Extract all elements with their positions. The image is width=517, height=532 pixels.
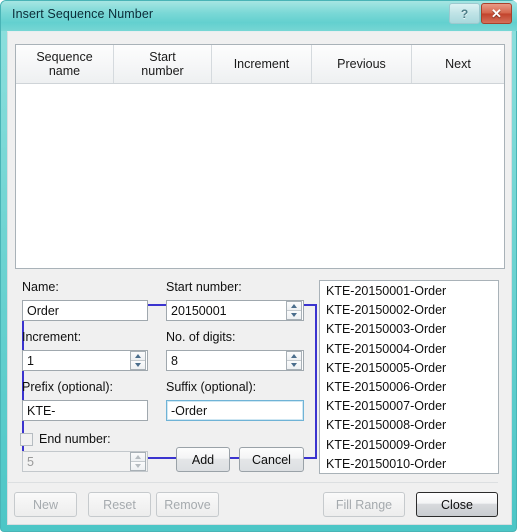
stepper-up-icon[interactable]	[131, 453, 145, 462]
preview-list[interactable]: KTE-20150001-Order KTE-20150002-Order KT…	[319, 280, 499, 474]
start-number-input[interactable]	[166, 300, 304, 321]
list-item[interactable]: KTE-20150004-Order	[320, 340, 498, 359]
dialog-window: Insert Sequence Number ? ✕ Sequence name…	[0, 0, 517, 532]
increment-stepper[interactable]	[130, 351, 146, 370]
column-header-line2: name	[48, 64, 81, 78]
stepper-down-icon[interactable]	[131, 462, 145, 470]
column-header-line1: Sequence	[36, 49, 93, 64]
list-item[interactable]: KTE-20150002-Order	[320, 301, 498, 320]
list-item[interactable]: KTE-20150005-Order	[320, 359, 498, 378]
digits-stepper[interactable]	[286, 351, 302, 370]
stepper-up-icon[interactable]	[131, 352, 145, 361]
name-label: Name:	[22, 280, 59, 294]
add-button[interactable]: Add	[176, 447, 230, 472]
prefix-input[interactable]	[22, 400, 148, 421]
column-header-line1: Increment	[233, 56, 290, 71]
table-header-row: Sequence name Start number Increment Pre…	[16, 45, 504, 84]
list-item[interactable]: KTE-20150009-Order	[320, 436, 498, 455]
list-item[interactable]: KTE-20150008-Order	[320, 416, 498, 435]
title-bar: Insert Sequence Number ? ✕	[1, 1, 517, 31]
close-button[interactable]: Close	[416, 492, 498, 517]
column-header-previous[interactable]: Previous	[312, 45, 412, 83]
sequence-table: Sequence name Start number Increment Pre…	[15, 44, 505, 269]
digits-label: No. of digits:	[166, 330, 236, 344]
column-header-line1: Next	[445, 56, 471, 71]
stepper-down-icon[interactable]	[287, 311, 301, 319]
digits-input[interactable]	[166, 350, 304, 371]
title-bar-buttons: ? ✕	[449, 3, 512, 24]
end-number-label: End number:	[39, 432, 111, 446]
increment-label: Increment:	[22, 330, 82, 344]
column-header-increment[interactable]: Increment	[212, 45, 312, 83]
fill-range-button[interactable]: Fill Range	[323, 492, 405, 517]
end-number-row[interactable]: End number:	[20, 432, 111, 446]
new-button[interactable]: New	[14, 492, 77, 517]
suffix-label: Suffix (optional):	[166, 380, 257, 394]
stepper-down-icon[interactable]	[287, 361, 301, 369]
column-header-start-number[interactable]: Start number	[114, 45, 212, 83]
suffix-input[interactable]	[166, 400, 304, 421]
prefix-label: Prefix (optional):	[22, 380, 114, 394]
start-number-stepper[interactable]	[286, 301, 302, 320]
reset-button[interactable]: Reset	[88, 492, 151, 517]
remove-button[interactable]: Remove	[156, 492, 219, 517]
end-number-stepper[interactable]	[130, 452, 146, 471]
stepper-down-icon[interactable]	[131, 361, 145, 369]
list-item[interactable]: KTE-20150001-Order	[320, 282, 498, 301]
close-icon[interactable]: ✕	[481, 3, 512, 24]
cancel-button[interactable]: Cancel	[239, 447, 304, 472]
column-header-line1: Previous	[337, 56, 386, 71]
start-number-label: Start number:	[166, 280, 242, 294]
end-number-checkbox[interactable]	[20, 432, 33, 446]
table-body[interactable]	[16, 84, 504, 268]
column-header-next[interactable]: Next	[412, 45, 504, 83]
column-header-line1: Start	[149, 49, 176, 64]
list-item[interactable]: KTE-20150010-Order	[320, 455, 498, 473]
column-header-sequence-name[interactable]: Sequence name	[16, 45, 114, 83]
help-icon[interactable]: ?	[449, 3, 480, 24]
stepper-up-icon[interactable]	[287, 352, 301, 361]
list-item[interactable]: KTE-20150006-Order	[320, 378, 498, 397]
window-title: Insert Sequence Number	[12, 7, 154, 21]
footer-divider	[8, 482, 498, 483]
name-input[interactable]	[22, 300, 148, 321]
stepper-up-icon[interactable]	[287, 302, 301, 311]
list-item[interactable]: KTE-20150007-Order	[320, 397, 498, 416]
column-header-line2: number	[141, 64, 184, 78]
list-item[interactable]: KTE-20150003-Order	[320, 320, 498, 339]
